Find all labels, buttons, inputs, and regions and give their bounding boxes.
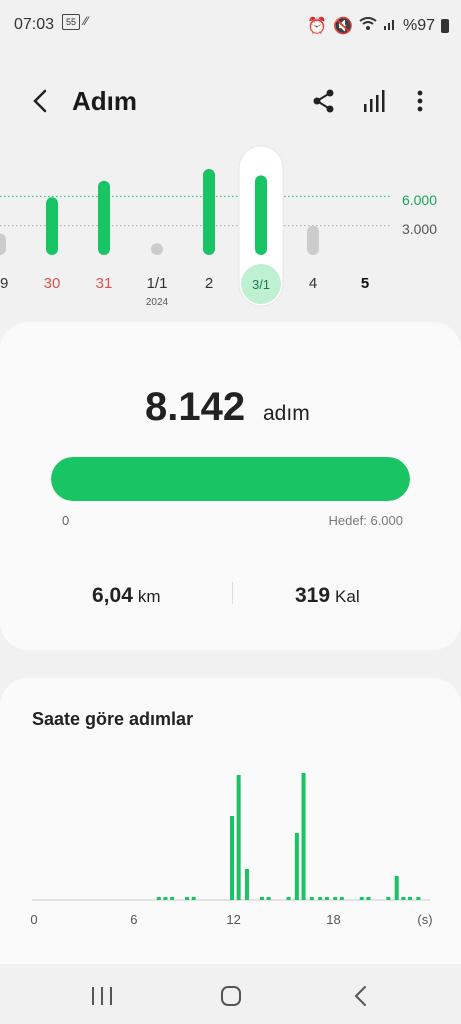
mute-icon: 🔇 xyxy=(333,18,353,35)
distance-value: 6,04 xyxy=(92,584,133,607)
hourly-bar xyxy=(156,897,161,900)
distance-unit: km xyxy=(137,587,161,606)
day-label[interactable]: 4 xyxy=(309,275,317,292)
hourly-bar xyxy=(259,897,264,900)
hourly-tick-label: 6 xyxy=(130,912,138,927)
hourly-bar xyxy=(191,897,196,900)
calories-unit: Kal xyxy=(335,587,360,606)
daily-chart-canvas xyxy=(0,145,390,307)
more-vert-icon[interactable] xyxy=(405,86,435,116)
battery-icon xyxy=(441,19,449,33)
notification-icons: 55 ⁄⁄ xyxy=(62,14,88,30)
goal-label: Hedef: 6.000 xyxy=(328,513,403,528)
hourly-bar xyxy=(229,816,234,900)
steps-count: 8.142 xyxy=(145,385,246,429)
hourly-bar xyxy=(366,897,371,900)
day-bar xyxy=(98,180,110,255)
hourly-bar xyxy=(266,897,271,900)
system-nav-bar xyxy=(0,964,461,1024)
hourly-tick-label: 12 xyxy=(226,912,241,927)
day-bar xyxy=(151,243,163,255)
day-bar xyxy=(203,168,215,255)
ref-label-high: 6.000 xyxy=(401,192,437,208)
day-sublabel: 2024 xyxy=(145,297,169,308)
hourly-bar xyxy=(244,869,249,900)
hourly-bar xyxy=(408,897,413,900)
status-bar: 07:03 55 ⁄⁄ ⏰ 🔇 %97 xyxy=(0,0,461,50)
day-label[interactable]: 31 xyxy=(96,275,113,292)
app-header: Adım xyxy=(0,70,461,130)
hourly-tick-label: (s) xyxy=(417,912,433,927)
hourly-bar xyxy=(286,897,291,900)
day-label[interactable]: 1/1 xyxy=(147,275,168,292)
steps-unit: adım xyxy=(263,402,310,425)
calories-metric: 319 Kal xyxy=(295,584,360,608)
day-label[interactable]: 2 xyxy=(205,275,213,292)
nav-back-icon[interactable] xyxy=(340,982,380,1010)
metric-divider xyxy=(232,582,233,604)
day-bar xyxy=(255,175,267,255)
hourly-bar xyxy=(185,897,190,900)
distance-metric: 6,04 km xyxy=(92,584,161,608)
steps-progress-bar xyxy=(51,457,410,501)
hourly-bar xyxy=(339,897,344,900)
home-icon[interactable] xyxy=(211,982,251,1010)
ref-label-low: 3.000 xyxy=(401,221,437,237)
hourly-bar xyxy=(359,897,364,900)
alarm-icon: ⏰ xyxy=(307,18,328,35)
day-bar xyxy=(307,225,319,255)
hourly-bar xyxy=(309,897,314,900)
bar-chart-icon[interactable] xyxy=(360,86,390,116)
hourly-bar xyxy=(163,897,168,900)
recent-apps-icon[interactable] xyxy=(82,982,122,1010)
page-title: Adım xyxy=(72,86,137,116)
day-bar xyxy=(46,197,58,255)
day-label[interactable]: 29 xyxy=(0,275,8,292)
hourly-bar xyxy=(386,897,391,900)
signal-icon xyxy=(383,17,397,36)
calories-value: 319 xyxy=(295,584,331,607)
status-right: ⏰ 🔇 %97 xyxy=(307,16,449,36)
hourly-bar xyxy=(333,897,338,900)
hourly-tick-label: 0 xyxy=(30,912,38,927)
day-label[interactable]: 3/1 xyxy=(252,277,270,292)
day-label[interactable]: 5 xyxy=(361,275,369,292)
daily-steps-chart[interactable]: 6.000 3.000 29 30 31 1/1 2024 2 3/1 4 5 xyxy=(0,140,461,310)
hourly-bar xyxy=(394,876,399,900)
battery-text: %97 xyxy=(402,17,435,34)
hourly-bar xyxy=(318,897,323,900)
day-bar xyxy=(0,233,6,255)
back-arrow-icon[interactable] xyxy=(26,86,56,116)
hourly-bar xyxy=(401,897,406,900)
hourly-bar xyxy=(301,773,306,900)
hourly-bar xyxy=(170,897,175,900)
signal-small-icon: ⁄⁄ xyxy=(84,14,89,28)
calendar-icon: 55 xyxy=(62,14,80,30)
day-label[interactable]: 30 xyxy=(44,275,61,292)
hourly-bar xyxy=(324,897,329,900)
status-time: 07:03 xyxy=(14,16,55,33)
hourly-chart xyxy=(32,773,430,901)
wifi-icon xyxy=(359,16,377,36)
share-icon[interactable] xyxy=(309,86,339,116)
steps-progress-fill xyxy=(51,457,410,501)
hourly-bar xyxy=(294,833,299,900)
hourly-bar xyxy=(416,897,421,900)
hourly-bar xyxy=(236,775,241,900)
progress-min-label: 0 xyxy=(62,513,70,528)
hourly-tick-label: 18 xyxy=(326,912,341,927)
